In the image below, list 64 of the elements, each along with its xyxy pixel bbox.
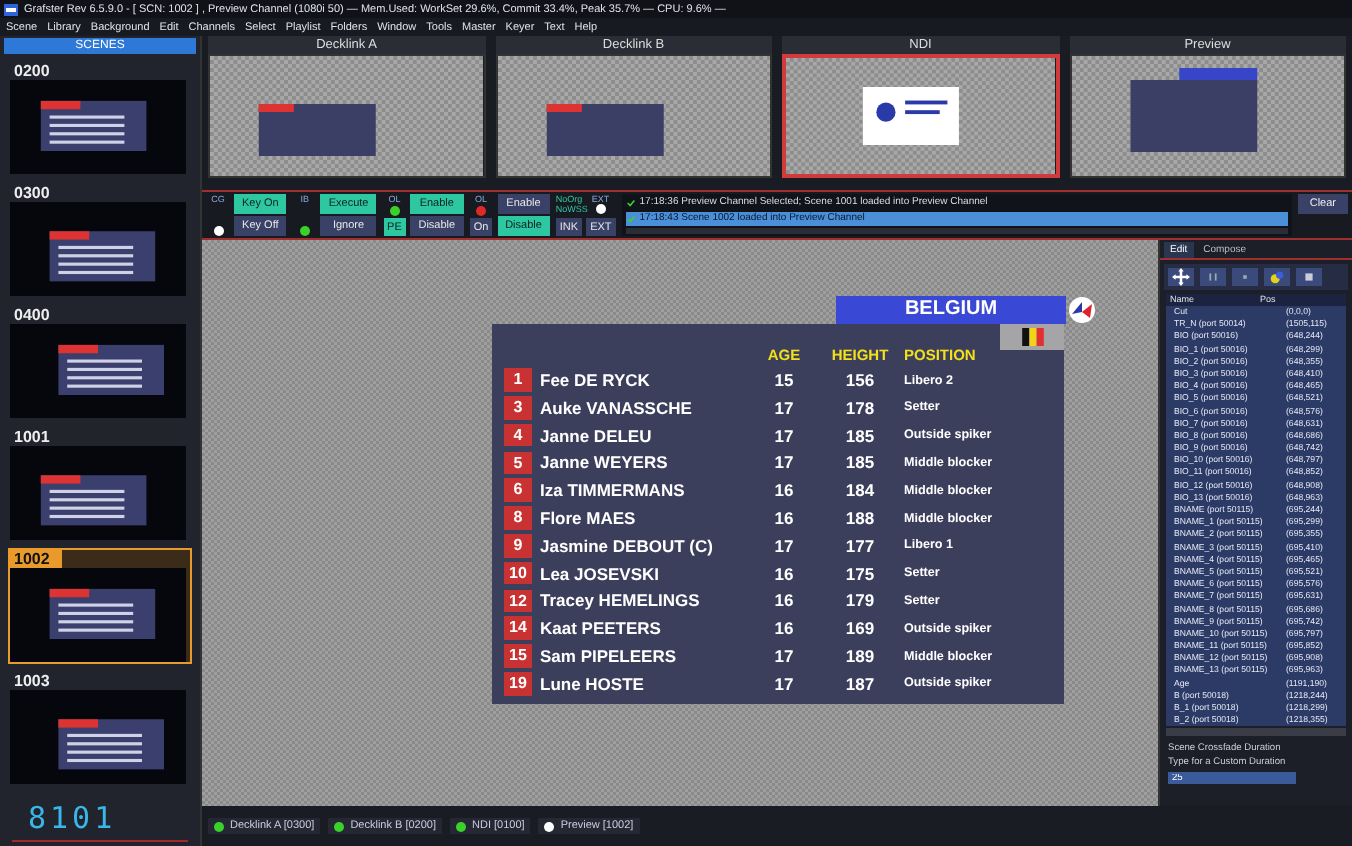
scene-counter-display: 8101 — [12, 796, 188, 842]
player-name: Sam PIPELEERS — [540, 646, 679, 667]
shirt-number: 4 — [504, 423, 532, 447]
shirt-number: 14 — [504, 616, 532, 640]
team-title: BELGIUM — [836, 295, 1066, 323]
player-name: Tracey HEMELINGS — [540, 590, 702, 611]
shirt-number: 15 — [504, 644, 532, 668]
player-name: Kaat PEETERS — [540, 618, 663, 639]
player-name: Iza TIMMERMANS — [540, 480, 687, 501]
player-height: 179 — [843, 590, 877, 611]
shirt-number: 1 — [504, 368, 532, 392]
player-height: 188 — [843, 508, 877, 529]
emblem-icon — [1068, 295, 1096, 323]
player-age: 17 — [772, 646, 796, 667]
player-age: 17 — [772, 673, 796, 694]
shirt-number: 10 — [504, 561, 532, 585]
grid-icon[interactable] — [1296, 268, 1322, 286]
belgian-flag-icon — [1021, 328, 1043, 346]
player-name: Lune HOSTE — [540, 673, 646, 694]
player-age: 16 — [772, 480, 796, 501]
scrollbar[interactable] — [1166, 728, 1346, 736]
player-name: Auke VANASSCHE — [540, 397, 694, 418]
shirt-number: 19 — [504, 672, 532, 696]
shirt-number: 3 — [504, 396, 532, 420]
scene-card[interactable]: 0200 — [8, 60, 192, 176]
color-icon[interactable] — [1264, 268, 1290, 286]
player-height: 184 — [843, 480, 877, 501]
player-age: 17 — [772, 535, 796, 556]
player-height: 177 — [843, 535, 877, 556]
player-height: 169 — [843, 618, 877, 639]
player-name: Lea JOSEVSKI — [540, 563, 662, 584]
player-name: Janne DELEU — [540, 425, 654, 446]
player-name: Jasmine DEBOUT (C) — [540, 535, 715, 556]
player-height: 156 — [843, 370, 877, 391]
player-age: 17 — [772, 452, 796, 473]
player-height: 189 — [843, 646, 877, 667]
scene-card[interactable]: 0300 — [8, 182, 192, 298]
player-name: Janne WEYERS — [540, 452, 670, 473]
player-height: 178 — [843, 397, 877, 418]
player-age: 17 — [772, 425, 796, 446]
shirt-number: 12 — [504, 589, 532, 613]
player-height: 185 — [843, 425, 877, 446]
scene-card[interactable]: 1001 — [8, 426, 192, 542]
player-name: Flore MAES — [540, 508, 638, 529]
player-height: 185 — [843, 452, 877, 473]
player-height: 187 — [843, 673, 877, 694]
scene-card[interactable]: 0400 — [8, 304, 192, 420]
player-age: 16 — [772, 618, 796, 639]
scene-card[interactable]: 1002 — [8, 548, 192, 664]
scene-card[interactable]: 1003 — [8, 670, 192, 786]
shirt-number: 9 — [504, 534, 532, 558]
player-age: 16 — [772, 563, 796, 584]
player-age: 15 — [772, 370, 796, 391]
player-height: 175 — [843, 563, 877, 584]
app-icon — [4, 3, 18, 15]
shirt-number: 8 — [504, 506, 532, 530]
player-name: Fee DE RYCK — [540, 370, 652, 391]
shirt-number: 5 — [504, 451, 532, 475]
player-age: 16 — [772, 508, 796, 529]
shirt-number: 6 — [504, 478, 532, 502]
player-age: 17 — [772, 397, 796, 418]
player-age: 16 — [772, 590, 796, 611]
move-icon[interactable] — [1168, 268, 1194, 286]
scrollbar[interactable] — [625, 228, 1288, 234]
